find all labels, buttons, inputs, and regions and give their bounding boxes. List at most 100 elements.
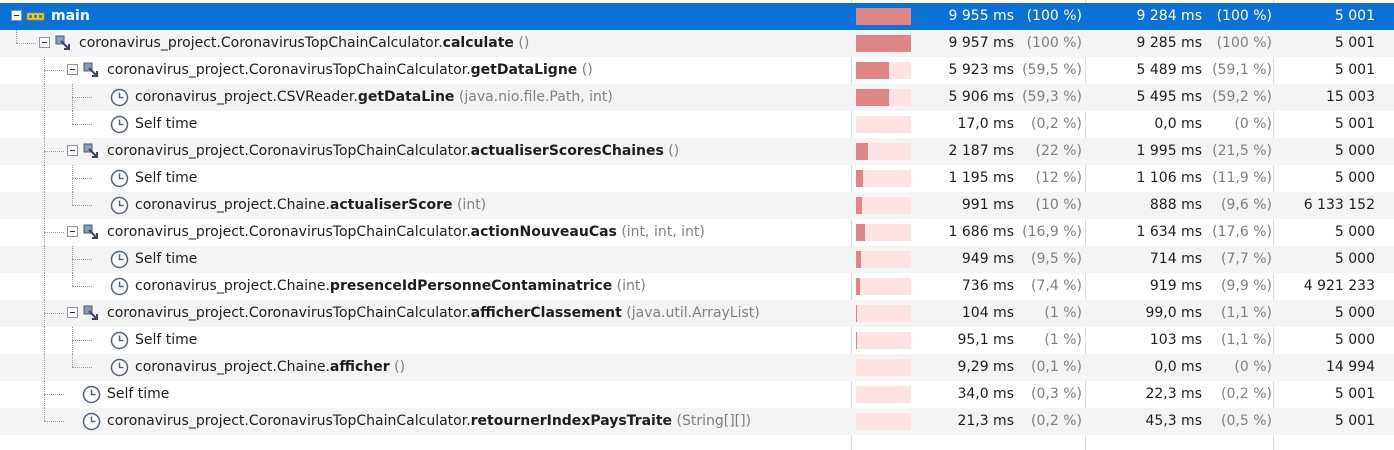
- clock-icon: [110, 277, 129, 296]
- class-name: coronavirus_project.CoronavirusTopChainC…: [79, 35, 443, 51]
- tree-cell[interactable]: coronavirus_project.CoronavirusTopChainC…: [0, 30, 850, 57]
- time-bar: [856, 305, 911, 322]
- node-label: coronavirus_project.CoronavirusTopChainC…: [107, 61, 593, 80]
- own-percent: (0 %): [1234, 116, 1272, 132]
- tree-guide: [72, 340, 92, 341]
- table-row[interactable]: coronavirus_project.Chaine.actualiserSco…: [0, 192, 1394, 219]
- own-percent: (21,5 %): [1212, 143, 1272, 159]
- tree-cell[interactable]: coronavirus_project.CoronavirusTopChainC…: [0, 57, 850, 84]
- collapse-icon[interactable]: [67, 226, 78, 237]
- tree-cell[interactable]: coronavirus_project.Chaine.afficher (): [0, 354, 850, 381]
- own-percent: (0 %): [1234, 359, 1272, 375]
- time-bar-fill: [856, 35, 911, 52]
- table-row[interactable]: coronavirus_project.CoronavirusTopChainC…: [0, 30, 1394, 57]
- total-time: 5 923 ms: [948, 62, 1014, 78]
- node-label: coronavirus_project.CSVReader.getDataLin…: [135, 88, 613, 107]
- invocations: 14 994: [1326, 359, 1375, 375]
- invocations: 15 003: [1326, 89, 1375, 105]
- tree-cell[interactable]: coronavirus_project.Chaine.presenceIdPer…: [0, 273, 850, 300]
- tree-cell[interactable]: Self time: [0, 111, 850, 138]
- table-row[interactable]: coronavirus_project.CoronavirusTopChainC…: [0, 219, 1394, 246]
- invocations: 5 001: [1334, 413, 1375, 429]
- tree-cell[interactable]: coronavirus_project.CoronavirusTopChainC…: [0, 408, 850, 435]
- tree-cell[interactable]: Self time: [0, 381, 850, 408]
- tree-guide: [44, 408, 45, 421]
- tree-guide: [44, 192, 45, 219]
- time-bar-fill: [856, 62, 889, 79]
- total-percent: (0,3 %): [1031, 386, 1082, 402]
- time-bar-fill: [856, 278, 860, 295]
- collapse-icon[interactable]: [67, 145, 78, 156]
- method-name: calculate: [442, 35, 514, 51]
- tree-cell[interactable]: Self time: [0, 165, 850, 192]
- tree-cell[interactable]: coronavirus_project.CoronavirusTopChainC…: [0, 219, 850, 246]
- time-bar-fill: [856, 197, 862, 214]
- collapse-icon[interactable]: [67, 307, 78, 318]
- time-bar: [856, 413, 911, 430]
- table-row[interactable]: coronavirus_project.Chaine.afficher () 9,…: [0, 354, 1394, 381]
- table-row[interactable]: coronavirus_project.Chaine.presenceIdPer…: [0, 273, 1394, 300]
- total-percent: (1 %): [1044, 332, 1082, 348]
- table-row[interactable]: coronavirus_project.CSVReader.getDataLin…: [0, 84, 1394, 111]
- node-name: main: [51, 8, 90, 24]
- node-name: Self time: [135, 332, 198, 348]
- own-time: 714 ms: [1149, 251, 1202, 267]
- call-tree: main 9 955 ms (100 %) 9 284 ms (100 %) 5 001 c…: [0, 3, 1394, 435]
- collapse-icon[interactable]: [67, 64, 78, 75]
- clock-icon: [110, 196, 129, 215]
- time-bar: [856, 170, 911, 187]
- clock-icon: [82, 385, 101, 404]
- total-percent: (1 %): [1044, 305, 1082, 321]
- tree-guide: [72, 192, 73, 205]
- tree-cell[interactable]: coronavirus_project.CSVReader.getDataLin…: [0, 84, 850, 111]
- node-label: Self time: [135, 115, 197, 134]
- own-time: 9 285 ms: [1136, 35, 1202, 51]
- tree-guide: [44, 70, 64, 71]
- tree-cell[interactable]: Self time: [0, 246, 850, 273]
- tree-guide: [16, 30, 17, 43]
- own-time: 103 ms: [1149, 332, 1202, 348]
- table-row[interactable]: Self time 1 195 ms (12 %) 1 106 ms (11,9 %) 5…: [0, 165, 1394, 192]
- invocations: 5 000: [1334, 224, 1375, 240]
- method-name: actualiserScoresChaines: [470, 143, 664, 159]
- clock-icon: [110, 88, 129, 107]
- tree-guide: [72, 259, 92, 260]
- collapse-icon[interactable]: [39, 37, 50, 48]
- table-row[interactable]: coronavirus_project.CoronavirusTopChainC…: [0, 300, 1394, 327]
- tree-cell[interactable]: Self time: [0, 327, 850, 354]
- time-bar-fill: [856, 305, 857, 322]
- invocations: 5 000: [1334, 305, 1375, 321]
- invocations: 5 001: [1334, 62, 1375, 78]
- table-row[interactable]: Self time 949 ms (9,5 %) 714 ms (7,7 %) 5 000: [0, 246, 1394, 273]
- own-percent: (0,5 %): [1221, 413, 1272, 429]
- invocations: 5 001: [1334, 35, 1375, 51]
- table-row[interactable]: Self time 34,0 ms (0,3 %) 22,3 ms (0,2 %) 5 0…: [0, 381, 1394, 408]
- total-time: 9 957 ms: [948, 35, 1014, 51]
- table-row[interactable]: coronavirus_project.CoronavirusTopChainC…: [0, 408, 1394, 435]
- tree-cell[interactable]: main: [0, 3, 850, 30]
- tree-guide: [44, 111, 45, 138]
- time-bar: [856, 278, 911, 295]
- method-icon: [82, 142, 101, 161]
- table-row[interactable]: Self time 17,0 ms (0,2 %) 0,0 ms (0 %) 5 001: [0, 111, 1394, 138]
- table-row[interactable]: coronavirus_project.CoronavirusTopChainC…: [0, 138, 1394, 165]
- table-row[interactable]: main 9 955 ms (100 %) 9 284 ms (100 %) 5 001: [0, 3, 1394, 30]
- own-percent: (1,1 %): [1221, 332, 1272, 348]
- tree-guide: [72, 97, 92, 98]
- node-label: coronavirus_project.CoronavirusTopChainC…: [107, 412, 751, 431]
- tree-guide: [44, 84, 45, 111]
- class-name: coronavirus_project.Chaine.: [135, 278, 330, 294]
- table-row[interactable]: Self time 95,1 ms (1 %) 103 ms (1,1 %) 5 000: [0, 327, 1394, 354]
- tree-guide: [72, 205, 92, 206]
- collapse-icon[interactable]: [11, 10, 22, 21]
- tree-cell[interactable]: coronavirus_project.Chaine.actualiserSco…: [0, 192, 850, 219]
- tree-guide: [72, 178, 92, 179]
- invocations: 5 000: [1334, 332, 1375, 348]
- total-percent: (9,5 %): [1031, 251, 1082, 267]
- tree-cell[interactable]: coronavirus_project.CoronavirusTopChainC…: [0, 300, 850, 327]
- tree-cell[interactable]: coronavirus_project.CoronavirusTopChainC…: [0, 138, 850, 165]
- table-row[interactable]: coronavirus_project.CoronavirusTopChainC…: [0, 57, 1394, 84]
- own-time: 9 284 ms: [1136, 8, 1202, 24]
- total-percent: (12 %): [1035, 170, 1083, 186]
- total-time: 2 187 ms: [948, 143, 1014, 159]
